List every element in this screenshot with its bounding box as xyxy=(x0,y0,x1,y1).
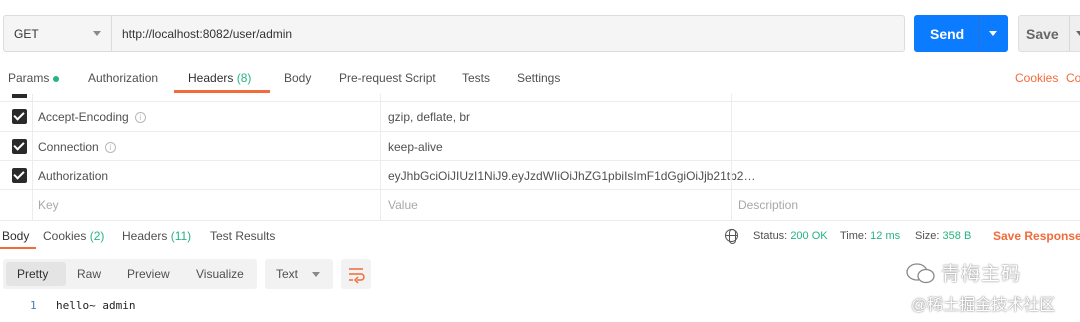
watermark-line1: 青梅主码 xyxy=(941,264,1022,285)
tab-response-cookies-count: (2) xyxy=(89,229,105,243)
tab-response-headers-label: Headers xyxy=(122,229,168,243)
format-label: Text xyxy=(276,267,299,281)
save-response-button[interactable]: Save Response xyxy=(993,229,1080,243)
header-key-text: Accept-Encoding xyxy=(38,110,129,124)
tab-response-cookies-label: Cookies xyxy=(43,229,87,243)
info-icon[interactable]: i xyxy=(104,142,116,154)
header-key[interactable]: Accept-Encoding i xyxy=(38,110,146,124)
view-preview-button[interactable]: Preview xyxy=(127,267,170,281)
header-key[interactable]: Connection i xyxy=(38,140,116,154)
time-label: Time: xyxy=(840,230,868,242)
url-input[interactable]: http://localhost:8082/user/admin xyxy=(111,15,905,52)
save-button[interactable]: Save xyxy=(1018,15,1080,52)
table-row-new: Key Value Description xyxy=(0,189,1080,218)
chevron-down-icon xyxy=(93,31,101,36)
watermark-line2: @稀土掘金技术社区 xyxy=(911,297,1056,314)
tab-tests[interactable]: Tests xyxy=(462,71,490,85)
method-select[interactable]: GET xyxy=(3,15,111,52)
info-icon[interactable]: i xyxy=(134,112,146,124)
send-divider xyxy=(978,15,979,52)
table-row: Connection i keep-alive xyxy=(0,131,1080,160)
request-bar: GET http://localhost:8082/user/admin Sen… xyxy=(0,0,1080,66)
tab-body[interactable]: Body xyxy=(284,71,311,85)
response-tab-underline xyxy=(0,247,36,249)
new-description-input[interactable]: Description xyxy=(738,198,798,212)
table-row: Accept-Encoding i gzip, deflate, br xyxy=(0,101,1080,130)
tab-prerequest-script[interactable]: Pre-request Script xyxy=(339,71,436,85)
header-key[interactable]: Authorization xyxy=(38,169,108,183)
chevron-down-icon xyxy=(312,272,320,277)
url-text: http://localhost:8082/user/admin xyxy=(122,27,293,41)
tab-response-headers-count: (11) xyxy=(170,229,192,243)
size-value: 358 B xyxy=(942,230,972,242)
time-value: 12 ms xyxy=(870,230,901,242)
send-options-chevron-icon[interactable] xyxy=(989,31,997,36)
new-key-input[interactable]: Key xyxy=(38,198,59,212)
response-tabs: Body Cookies (2) Headers (11) Test Resul… xyxy=(0,220,1080,250)
wrap-lines-button[interactable] xyxy=(341,259,371,289)
tab-settings[interactable]: Settings xyxy=(517,71,560,85)
tab-response-cookies[interactable]: Cookies (2) xyxy=(43,229,104,243)
column-divider xyxy=(380,94,381,220)
status-readout: Status: 200 OK xyxy=(753,230,828,242)
params-active-dot xyxy=(53,75,60,82)
watermark: 青梅主码 @稀土掘金技术社区 xyxy=(905,257,1080,317)
new-value-input[interactable]: Value xyxy=(388,198,418,212)
response-body[interactable]: 1 hello~ admin xyxy=(0,296,700,316)
globe-icon[interactable] xyxy=(725,229,738,244)
row-checkbox[interactable] xyxy=(12,139,27,154)
tab-headers-label: Headers xyxy=(188,71,234,85)
wrap-lines-icon xyxy=(349,268,365,284)
view-mode-group: Pretty Raw Preview Visualize xyxy=(3,259,257,289)
tab-headers[interactable]: Headers (8) xyxy=(188,71,251,85)
row-checkbox[interactable] xyxy=(12,168,27,183)
tab-response-headers[interactable]: Headers (11) xyxy=(122,229,191,243)
method-label: GET xyxy=(14,27,39,41)
tab-response-body[interactable]: Body xyxy=(2,229,29,243)
save-options-chevron-icon[interactable] xyxy=(1076,31,1080,36)
tab-params-label: Params xyxy=(8,71,50,85)
active-tab-underline xyxy=(174,90,270,93)
cookies-link[interactable]: Cookies xyxy=(1015,71,1058,85)
request-tabs: Params Authorization Headers (8) Body Pr… xyxy=(0,62,1080,94)
send-button[interactable]: Send xyxy=(914,15,1008,52)
tab-params[interactable]: Params xyxy=(8,71,60,85)
line-number: 1 xyxy=(30,299,37,312)
header-value[interactable]: eyJhbGciOiJIUzI1NiJ9.eyJzdWIiOiJhZG1pbiI… xyxy=(388,169,755,183)
wechat-icon xyxy=(906,263,935,284)
save-divider xyxy=(1069,16,1070,51)
code-line: hello~ admin xyxy=(56,299,136,312)
tab-authorization[interactable]: Authorization xyxy=(88,71,158,85)
code-link[interactable]: Co xyxy=(1066,71,1080,85)
size-readout: Size: 358 B xyxy=(915,230,971,242)
header-key-text: Connection xyxy=(38,140,99,154)
row-checkbox[interactable] xyxy=(12,109,27,124)
status-label: Status: xyxy=(753,230,788,242)
time-readout: Time: 12 ms xyxy=(840,230,900,242)
view-pretty-button[interactable]: Pretty xyxy=(17,267,48,281)
tab-test-results[interactable]: Test Results xyxy=(210,229,275,243)
headers-table: Accept-Encoding i gzip, deflate, br Conne… xyxy=(0,94,1080,220)
size-label: Size: xyxy=(915,230,940,242)
format-select[interactable]: Text xyxy=(265,259,333,289)
header-value[interactable]: keep-alive xyxy=(388,140,443,154)
tab-headers-count: (8) xyxy=(236,71,252,85)
status-value: 200 OK xyxy=(790,230,828,242)
table-row: Authorization eyJhbGciOiJIUzI1NiJ9.eyJzd… xyxy=(0,160,1080,189)
header-value[interactable]: gzip, deflate, br xyxy=(388,110,470,124)
view-raw-button[interactable]: Raw xyxy=(77,267,101,281)
save-label: Save xyxy=(1026,26,1059,42)
send-label: Send xyxy=(930,26,965,42)
view-visualize-button[interactable]: Visualize xyxy=(196,267,244,281)
column-divider xyxy=(32,94,33,220)
column-divider xyxy=(731,94,732,220)
